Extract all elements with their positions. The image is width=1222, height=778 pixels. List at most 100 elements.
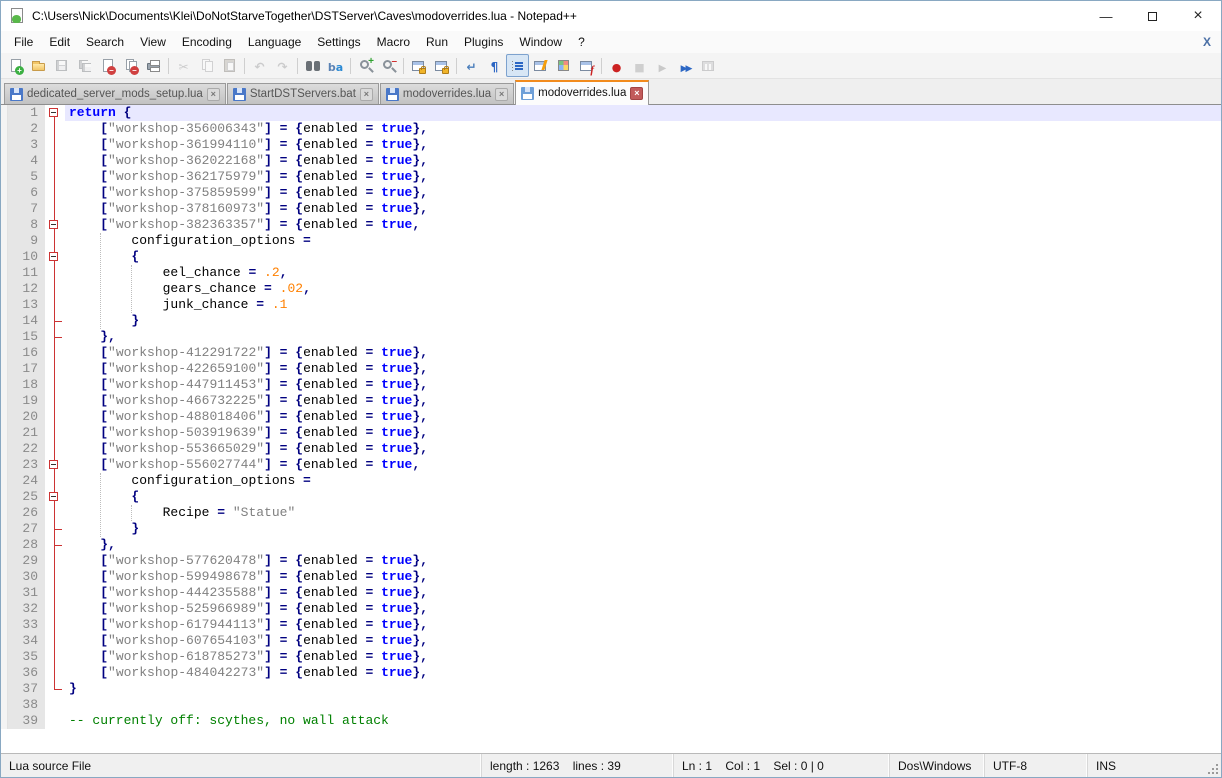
zoom-out-button[interactable]: – [377, 54, 400, 77]
code-text[interactable]: }, [65, 329, 1221, 345]
fold-margin[interactable] [45, 505, 65, 521]
tab-close-icon[interactable]: × [360, 88, 373, 101]
code-text[interactable]: ["workshop-382363357"] = {enabled = true… [65, 217, 1221, 233]
bookmark-margin[interactable] [1, 249, 8, 265]
code-text[interactable]: ["workshop-356006343"] = {enabled = true… [65, 121, 1221, 137]
menu-search[interactable]: Search [78, 32, 132, 52]
paste-button[interactable] [218, 54, 241, 77]
bookmark-margin[interactable] [1, 441, 8, 457]
editor-line-30[interactable]: 30 ["workshop-599498678"] = {enabled = t… [1, 569, 1221, 585]
code-text[interactable]: ["workshop-556027744"] = {enabled = true… [65, 457, 1221, 473]
editor-line-8[interactable]: 8 ["workshop-382363357"] = {enabled = tr… [1, 217, 1221, 233]
fold-margin[interactable] [45, 521, 65, 537]
bookmark-margin[interactable] [1, 233, 8, 249]
fold-margin[interactable] [45, 233, 65, 249]
menu-edit[interactable]: Edit [41, 32, 78, 52]
bookmark-margin[interactable] [1, 649, 8, 665]
maximize-button[interactable] [1129, 1, 1175, 31]
code-text[interactable]: return { [65, 105, 1221, 121]
status-encoding[interactable]: UTF-8 [984, 754, 1087, 777]
fold-margin[interactable] [45, 153, 65, 169]
find-button[interactable] [301, 54, 324, 77]
menu-macro[interactable]: Macro [369, 32, 418, 52]
fold-margin[interactable] [45, 409, 65, 425]
editor-line-24[interactable]: 24 configuration_options = [1, 473, 1221, 489]
editor-line-19[interactable]: 19 ["workshop-466732225"] = {enabled = t… [1, 393, 1221, 409]
editor-line-31[interactable]: 31 ["workshop-444235588"] = {enabled = t… [1, 585, 1221, 601]
fold-margin[interactable] [45, 393, 65, 409]
code-text[interactable]: junk_chance = .1 [65, 297, 1221, 313]
menu-language[interactable]: Language [240, 32, 309, 52]
editor-line-6[interactable]: 6 ["workshop-375859599"] = {enabled = tr… [1, 185, 1221, 201]
new-file-button[interactable]: + [4, 54, 27, 77]
document-map-button[interactable] [552, 54, 575, 77]
bookmark-margin[interactable] [1, 265, 8, 281]
fold-margin[interactable] [45, 105, 65, 121]
fold-margin[interactable] [45, 537, 65, 553]
bookmark-margin[interactable] [1, 553, 8, 569]
code-text[interactable]: ["workshop-362022168"] = {enabled = true… [65, 153, 1221, 169]
bookmark-margin[interactable] [1, 409, 8, 425]
editor-line-3[interactable]: 3 ["workshop-361994110"] = {enabled = tr… [1, 137, 1221, 153]
menu-view[interactable]: View [132, 32, 174, 52]
show-all-chars-button[interactable]: ¶ [483, 54, 506, 77]
code-text[interactable]: ["workshop-599498678"] = {enabled = true… [65, 569, 1221, 585]
code-text[interactable]: ["workshop-447911453"] = {enabled = true… [65, 377, 1221, 393]
code-text[interactable]: ["workshop-488018406"] = {enabled = true… [65, 409, 1221, 425]
code-text[interactable]: configuration_options = [65, 233, 1221, 249]
fold-collapse-icon[interactable] [49, 252, 58, 261]
code-text[interactable]: ["workshop-412291722"] = {enabled = true… [65, 345, 1221, 361]
code-text[interactable]: ["workshop-553665029"] = {enabled = true… [65, 441, 1221, 457]
code-text[interactable]: ["workshop-484042273"] = {enabled = true… [65, 665, 1221, 681]
editor-line-5[interactable]: 5 ["workshop-362175979"] = {enabled = tr… [1, 169, 1221, 185]
bookmark-margin[interactable] [1, 105, 8, 121]
tab-modoverrides.lua[interactable]: modoverrides.lua× [515, 80, 649, 105]
minimize-button[interactable]: — [1083, 1, 1129, 31]
bookmark-margin[interactable] [1, 697, 8, 713]
bookmark-margin[interactable] [1, 505, 8, 521]
code-text[interactable]: gears_chance = .02, [65, 281, 1221, 297]
show-indent-guide-button[interactable] [506, 54, 529, 77]
fold-margin[interactable] [45, 553, 65, 569]
code-text[interactable]: ["workshop-422659100"] = {enabled = true… [65, 361, 1221, 377]
fold-margin[interactable] [45, 185, 65, 201]
function-list-button[interactable]: f [575, 54, 598, 77]
fold-margin[interactable] [45, 425, 65, 441]
fold-margin[interactable] [45, 601, 65, 617]
editor-line-13[interactable]: 13 junk_chance = .1 [1, 297, 1221, 313]
fold-margin[interactable] [45, 665, 65, 681]
code-text[interactable]: ["workshop-375859599"] = {enabled = true… [65, 185, 1221, 201]
editor-line-14[interactable]: 14 } [1, 313, 1221, 329]
bookmark-margin[interactable] [1, 393, 8, 409]
fold-margin[interactable] [45, 265, 65, 281]
bookmark-margin[interactable] [1, 361, 8, 377]
cut-button[interactable]: ✂ [172, 54, 195, 77]
bookmark-margin[interactable] [1, 281, 8, 297]
editor-line-28[interactable]: 28 }, [1, 537, 1221, 553]
bookmark-margin[interactable] [1, 457, 8, 473]
tab-close-icon[interactable]: × [630, 87, 643, 100]
code-text[interactable]: -- currently off: scythes, no wall attac… [65, 713, 1221, 729]
menu-help[interactable]: ? [570, 32, 593, 52]
fold-collapse-icon[interactable] [49, 108, 58, 117]
close-button[interactable]: × [1175, 1, 1221, 31]
editor-line-20[interactable]: 20 ["workshop-488018406"] = {enabled = t… [1, 409, 1221, 425]
code-text[interactable]: } [65, 521, 1221, 537]
save-all-button[interactable] [73, 54, 96, 77]
bookmark-margin[interactable] [1, 681, 8, 697]
editor-line-37[interactable]: 37} [1, 681, 1221, 697]
editor-line-38[interactable]: 38 [1, 697, 1221, 713]
code-text[interactable]: ["workshop-378160973"] = {enabled = true… [65, 201, 1221, 217]
fold-margin[interactable] [45, 569, 65, 585]
bookmark-margin[interactable] [1, 201, 8, 217]
code-text[interactable]: Recipe = "Statue" [65, 505, 1221, 521]
fold-margin[interactable] [45, 633, 65, 649]
menu-close-doc-x[interactable]: X [1203, 35, 1211, 49]
status-typing-mode[interactable]: INS [1087, 754, 1221, 777]
tab-dedicated_server_mods_setup.lua[interactable]: dedicated_server_mods_setup.lua× [4, 83, 226, 104]
bookmark-margin[interactable] [1, 473, 8, 489]
fold-collapse-icon[interactable] [49, 460, 58, 469]
code-text[interactable]: { [65, 249, 1221, 265]
code-text[interactable]: ["workshop-503919639"] = {enabled = true… [65, 425, 1221, 441]
fold-collapse-icon[interactable] [49, 492, 58, 501]
